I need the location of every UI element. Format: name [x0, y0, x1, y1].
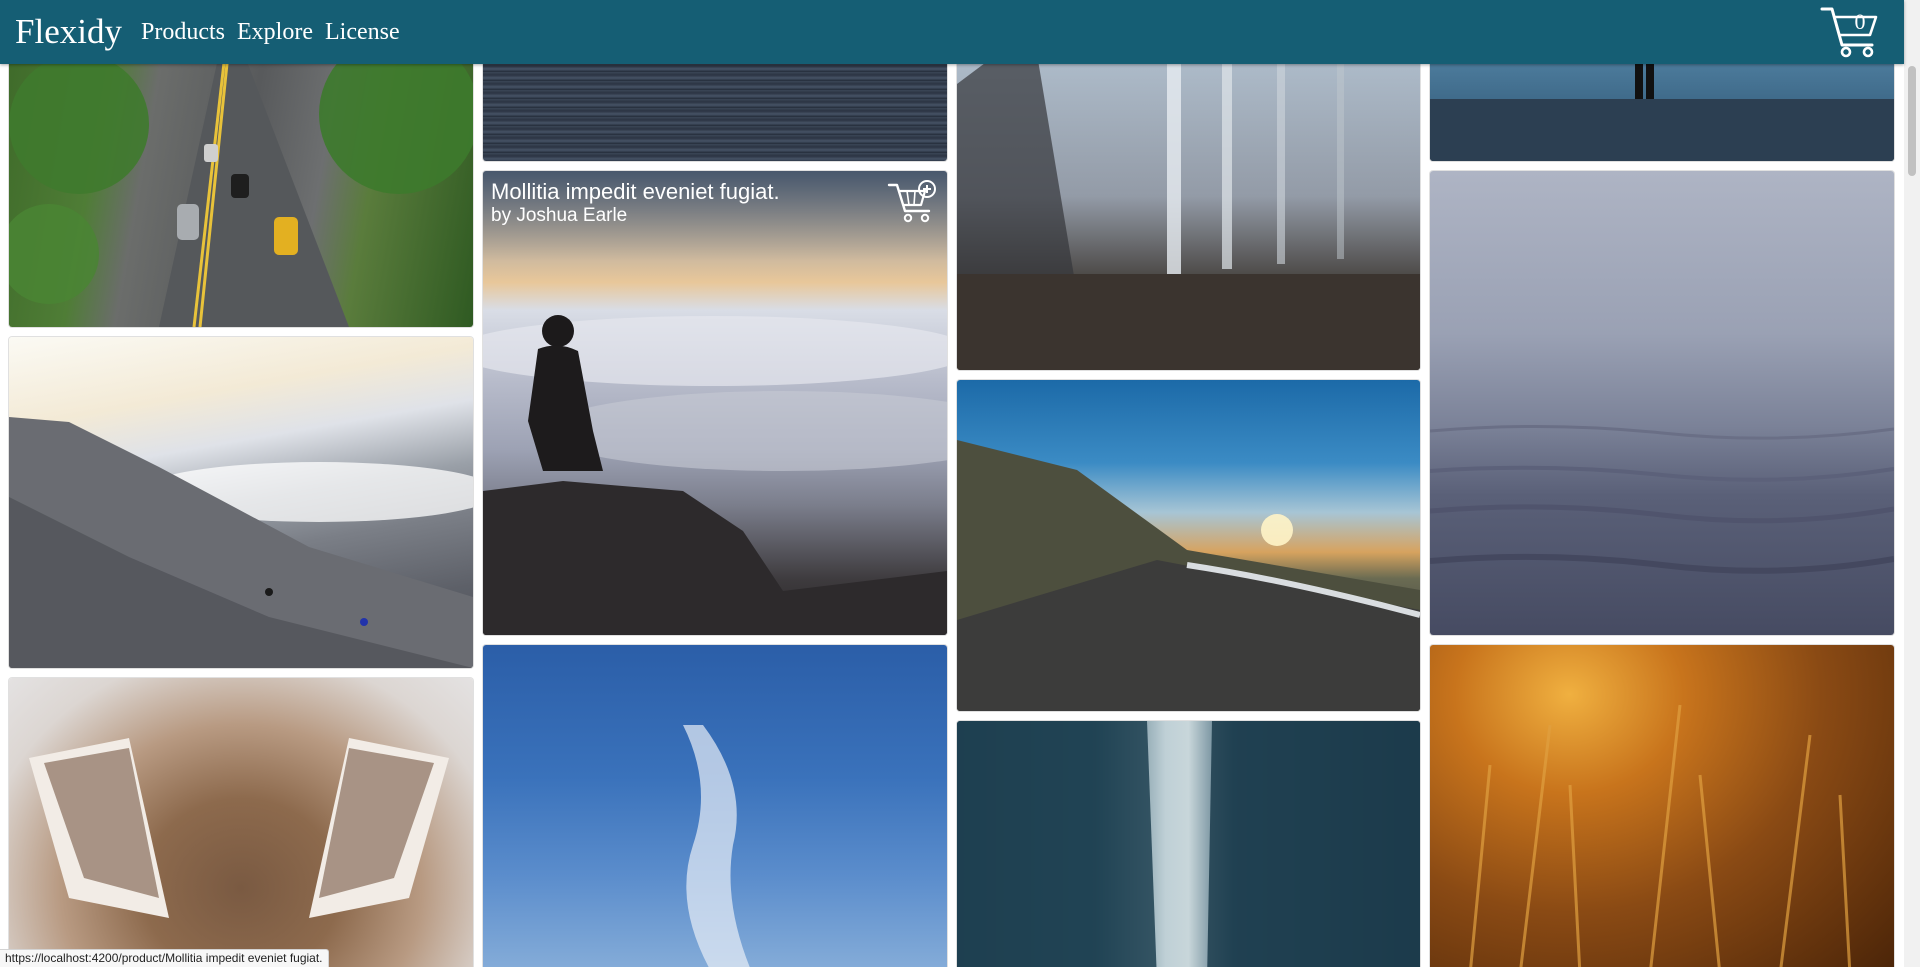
photo-tile-mountain[interactable] — [9, 337, 473, 668]
scrollbar-thumb[interactable] — [1908, 66, 1916, 176]
photo-tile-foggy-sea[interactable] — [1430, 171, 1894, 635]
nav-products[interactable]: Products — [141, 16, 225, 48]
top-navbar: Flexidy Products Explore License 0 — [0, 0, 1904, 64]
photo-tile-road[interactable] — [957, 380, 1420, 711]
photo-tile-sky[interactable] — [483, 645, 947, 967]
photo-tile-street[interactable] — [9, 54, 473, 327]
link-status-url: https://localhost:4200/product/Mollitia … — [0, 949, 329, 967]
photo-tile-dark-abstract[interactable] — [483, 54, 947, 161]
tile-author[interactable]: by Joshua Earle — [491, 205, 627, 227]
photo-tile-city[interactable] — [957, 721, 1420, 967]
photo-image — [483, 54, 947, 161]
nav-license[interactable]: License — [325, 16, 400, 48]
photo-image — [1430, 645, 1894, 967]
add-to-cart-icon[interactable] — [887, 179, 937, 225]
photo-tile-forest[interactable] — [957, 54, 1420, 370]
cart-count: 0 — [1854, 9, 1866, 34]
photo-image — [957, 380, 1420, 711]
page-scrollbar[interactable] — [1904, 0, 1920, 967]
photo-gallery: Mollitia impedit eveniet fugiat. by Josh… — [0, 0, 1904, 967]
photo-image — [957, 54, 1420, 370]
photo-image — [9, 337, 473, 668]
photo-tile-water-edge[interactable] — [1430, 54, 1894, 161]
photo-image — [957, 721, 1420, 967]
photo-tile-golden-grass[interactable] — [1430, 645, 1894, 967]
main-nav: Products Explore License — [141, 16, 400, 48]
tile-title[interactable]: Mollitia impedit eveniet fugiat. — [491, 179, 780, 205]
photo-image — [9, 678, 473, 967]
brand-logo[interactable]: Flexidy — [15, 10, 122, 54]
photo-image — [1430, 54, 1894, 161]
photo-tile-featured[interactable]: Mollitia impedit eveniet fugiat. by Josh… — [483, 171, 947, 635]
cart-button[interactable]: 0 — [1820, 5, 1880, 59]
photo-tile-fox[interactable] — [9, 678, 473, 967]
nav-explore[interactable]: Explore — [237, 16, 313, 48]
photo-image — [1430, 171, 1894, 635]
photo-image — [9, 54, 473, 327]
photo-image — [483, 645, 947, 967]
